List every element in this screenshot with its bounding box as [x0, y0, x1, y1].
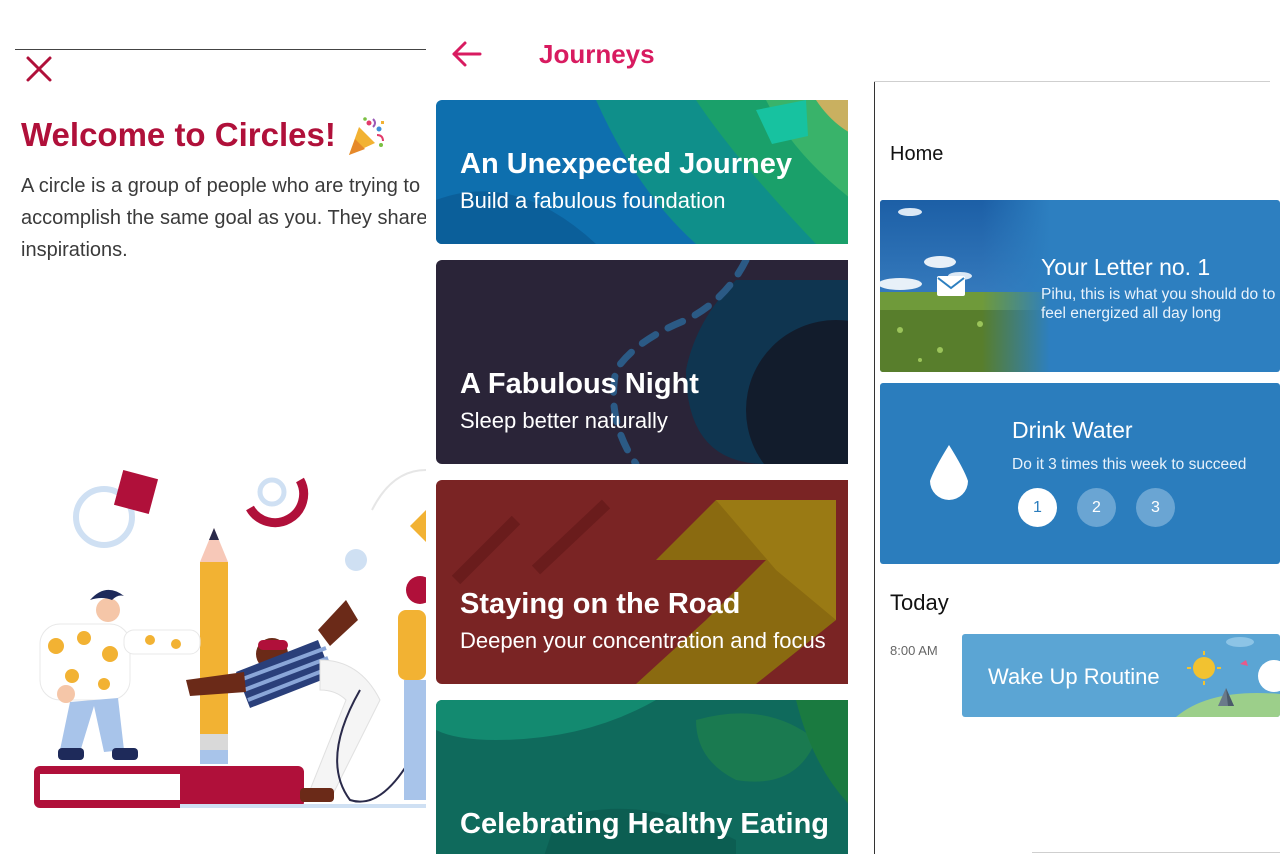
- letter-text-line: Pihu, this is what you should do to: [1041, 286, 1276, 303]
- journey-card-staying-on-the-road[interactable]: Staying on the Road Deepen your concentr…: [436, 480, 848, 684]
- close-icon[interactable]: [24, 54, 54, 84]
- letter-card[interactable]: Your Letter no. 1 Pihu, this is what you…: [880, 200, 1280, 372]
- journey-title: An Unexpected Journey: [460, 148, 792, 180]
- drink-water-text: Do it 3 times this week to succeed: [1012, 456, 1247, 473]
- water-step-1[interactable]: 1: [1018, 488, 1057, 527]
- top-divider: [874, 81, 1270, 82]
- journey-title: Celebrating Healthy Eating: [460, 808, 830, 840]
- journeys-title: Journeys: [539, 39, 655, 69]
- journey-title: Staying on the Road: [460, 588, 741, 620]
- journey-subtitle: Sleep better naturally: [460, 408, 668, 433]
- journey-card-healthy-eating[interactable]: Celebrating Healthy Eating: [436, 700, 848, 854]
- home-screen: Home Your Letter no. 1 Pihu, this is wha…: [874, 0, 1280, 854]
- journey-card-fabulous-night[interactable]: A Fabulous Night Sleep better naturally: [436, 260, 848, 464]
- circles-welcome-screen: Welcome to Circles! A circle is a group …: [0, 0, 426, 854]
- journey-title: A Fabulous Night: [460, 368, 699, 400]
- routine-time: 8:00 AM: [890, 643, 938, 658]
- water-step-2[interactable]: 2: [1077, 488, 1116, 527]
- sunrise-illustration: [1176, 637, 1280, 717]
- water-step-3[interactable]: 3: [1136, 488, 1175, 527]
- journeys-screen: Journeys An Unexpected Journey Build a f…: [426, 0, 848, 854]
- routine-title: Wake Up Routine: [988, 664, 1160, 689]
- journey-card-unexpected-journey[interactable]: An Unexpected Journey Build a fabulous f…: [436, 100, 848, 244]
- today-heading: Today: [890, 590, 949, 615]
- water-drop-icon: [930, 445, 968, 500]
- circles-illustration: [34, 469, 426, 808]
- home-title: Home: [890, 143, 944, 165]
- top-divider: [15, 49, 426, 50]
- journey-subtitle: Build a fabulous foundation: [460, 188, 726, 213]
- back-arrow-icon[interactable]: [450, 38, 484, 72]
- panel-divider: [874, 82, 875, 854]
- letter-text-line: feel energized all day long: [1041, 305, 1222, 322]
- drink-water-title: Drink Water: [1012, 417, 1133, 443]
- bottom-divider: [1032, 852, 1280, 853]
- envelope-icon: [937, 276, 965, 296]
- welcome-description: A circle is a group of people who are tr…: [21, 175, 426, 261]
- wake-up-routine-card[interactable]: Wake Up Routine: [962, 634, 1280, 717]
- letter-text: Pihu, this is what you should do to feel…: [1041, 285, 1275, 323]
- party-popper-icon: [349, 117, 384, 155]
- welcome-title: Welcome to Circles!: [21, 116, 336, 153]
- meadow-image: [880, 200, 1050, 372]
- letter-title: Your Letter no. 1: [1041, 254, 1211, 280]
- journey-subtitle: Deepen your concentration and focus: [460, 628, 826, 653]
